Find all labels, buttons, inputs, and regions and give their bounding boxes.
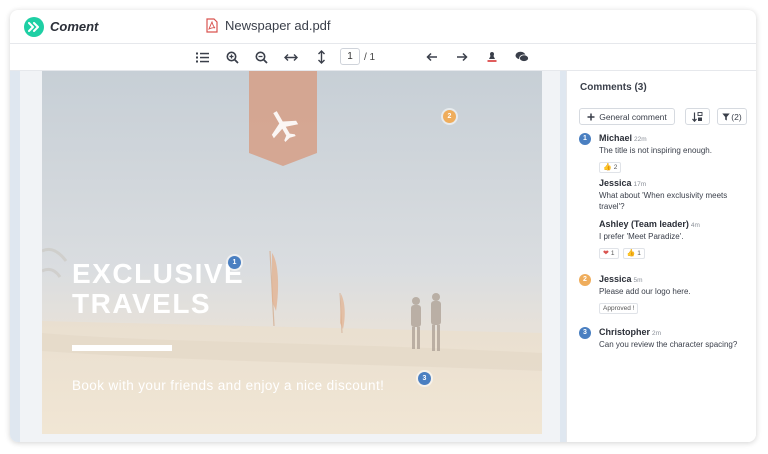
plus-icon [587, 113, 595, 120]
general-comment-button[interactable]: General comment [579, 108, 675, 125]
zoom-out-icon [255, 51, 268, 64]
viewer-toolbar: 1 / 1 [10, 44, 756, 71]
comment-item[interactable]: Christopher 2m Can you review the charact… [599, 327, 751, 350]
general-comment-label: General comment [599, 111, 667, 122]
filter-count: (2) [731, 111, 742, 122]
reaction-count: 1 [637, 249, 641, 257]
comment-thread-3[interactable]: 3 Christopher 2m Can you review the chara… [579, 327, 754, 363]
sort-button[interactable] [685, 108, 710, 125]
heart-icon: ❤ [603, 250, 609, 257]
zoom-out-button[interactable] [251, 48, 271, 66]
comment-author: Michael [599, 133, 633, 143]
comment-pin-3[interactable]: 3 [418, 372, 431, 385]
app-name: Coment [50, 19, 99, 34]
app-header: Coment Newspaper ad.pdf [10, 10, 756, 44]
comment-text: I prefer 'Meet Paradize'. [599, 232, 684, 241]
arrow-left-icon [426, 52, 437, 62]
reaction-count: 1 [610, 249, 615, 257]
ad-headline-line1: EXCLUSIVE [72, 258, 245, 289]
fit-height-button[interactable] [311, 48, 331, 66]
comment-time: 2m [652, 330, 662, 337]
comment-author: Jessica [599, 274, 632, 284]
reaction-heart[interactable]: ❤ 1 [599, 247, 619, 259]
thumbs-up-icon: 👍 [603, 164, 612, 171]
ad-headline: EXCLUSIVE TRAVELS [72, 259, 244, 319]
comment-item[interactable]: Ashley (Team leader) 4m I prefer 'Meet Pa… [599, 219, 751, 260]
viewer-left-margin [10, 71, 20, 442]
comments-sidebar: Comments (3) General comment (2) 1 Micha… [566, 71, 756, 442]
comment-pin-2[interactable]: 2 [443, 110, 456, 123]
comment-author: Ashley (Team leader) [599, 219, 689, 229]
app-window: Coment Newspaper ad.pdf 1 / 1 EXCLUSIVE … [10, 10, 756, 442]
zoom-in-icon [226, 51, 239, 64]
page-total: / 1 [364, 52, 376, 63]
filter-icon [722, 113, 730, 120]
fit-width-icon [284, 53, 298, 61]
fit-width-button[interactable] [281, 48, 301, 66]
stamp-button[interactable] [482, 48, 502, 66]
app-logo[interactable]: Coment [24, 16, 99, 37]
document-title: Newspaper ad.pdf [206, 18, 331, 33]
fit-height-icon [317, 50, 325, 64]
comment-item[interactable]: Jessica 5m Please add our logo here. Appr… [599, 274, 751, 315]
comment-time: 4m [690, 222, 700, 229]
comment-time: 22m [634, 136, 647, 143]
sort-icon [692, 111, 703, 122]
comment-pin-1[interactable]: 1 [228, 256, 241, 269]
comments-icon [515, 51, 529, 62]
stamp-icon [487, 52, 497, 62]
page-number-input[interactable]: 1 [340, 48, 360, 65]
comment-author: Christopher [599, 327, 651, 337]
comments-toggle-button[interactable] [512, 48, 532, 66]
pdf-page[interactable]: EXCLUSIVE TRAVELS Book with your friends… [42, 71, 542, 434]
ad-underline-bar [72, 345, 172, 351]
comment-text: Can you review the character spacing? [599, 340, 738, 349]
reaction-thumbs-up[interactable]: 👍 1 [622, 247, 645, 259]
comment-time: 17m [633, 181, 647, 188]
previous-page-button[interactable] [422, 48, 442, 66]
reaction-count: 2 [613, 163, 618, 171]
comment-item[interactable]: Jessica 17m What about 'When exclusivity … [599, 178, 751, 212]
status-badge: Approved ! [599, 303, 639, 314]
comment-thread-2[interactable]: 2 Jessica 5m Please add our logo here. Ap… [579, 274, 754, 314]
thumbs-up-icon: 👍 [626, 250, 636, 257]
zoom-in-button[interactable] [222, 48, 242, 66]
outline-button[interactable] [192, 48, 212, 66]
reaction-thumbs-up[interactable]: 👍 2 [599, 161, 622, 173]
document-title-text: Newspaper ad.pdf [225, 18, 331, 33]
comment-text: The title is not inspiring enough. [599, 146, 712, 155]
comment-item[interactable]: Michael 22m The title is not inspiring en… [599, 133, 751, 174]
thread-number-badge: 1 [579, 133, 591, 145]
comment-thread-1[interactable]: 1 Michael 22m The title is not inspiring … [579, 133, 754, 259]
thread-number-badge: 2 [579, 274, 591, 286]
ad-tagline: Book with your friends and enjoy a nice … [72, 378, 385, 393]
list-icon [195, 52, 209, 62]
comments-title: Comments (3) [580, 82, 647, 93]
pdf-file-icon [206, 18, 218, 33]
ad-headline-line2: TRAVELS [72, 288, 212, 319]
comment-time: 5m [633, 277, 643, 284]
arrow-right-icon [457, 52, 468, 62]
comment-text: Please add our logo here. [599, 287, 691, 296]
thread-number-badge: 3 [579, 327, 591, 339]
filter-button[interactable]: (2) [717, 108, 747, 125]
comment-author: Jessica [599, 178, 632, 188]
comment-text: What about 'When exclusivity meets trave… [599, 191, 728, 211]
next-page-button[interactable] [452, 48, 472, 66]
coment-logo-icon [24, 16, 44, 37]
document-viewer[interactable]: EXCLUSIVE TRAVELS Book with your friends… [10, 71, 566, 442]
